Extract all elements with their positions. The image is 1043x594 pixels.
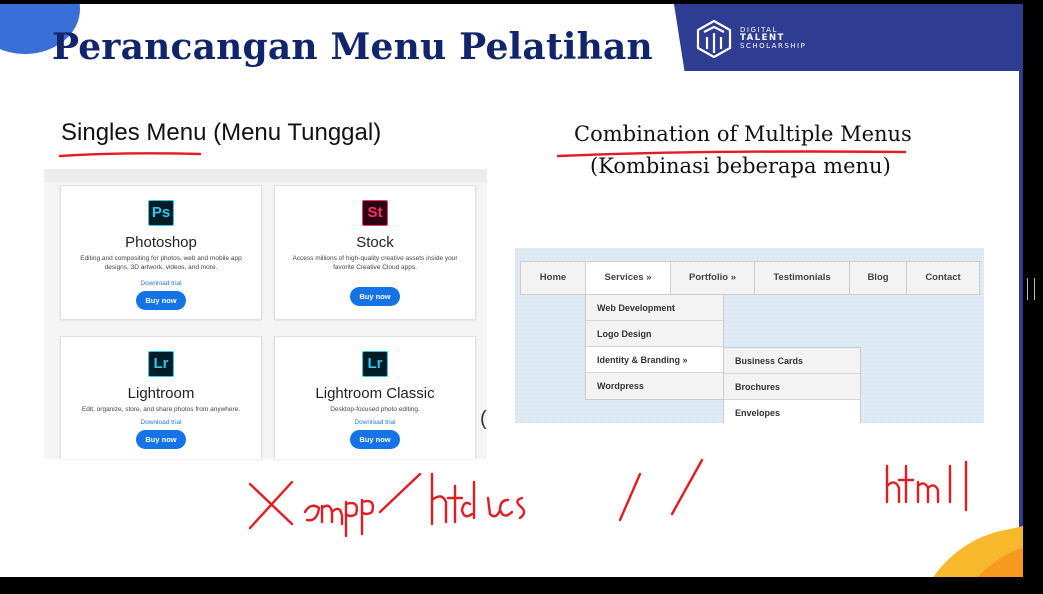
product-description: Editing and compositing for photos, web … bbox=[80, 255, 242, 271]
submenu-logo-design[interactable]: Logo Design bbox=[586, 321, 723, 347]
product-description: Edit, organize, store, and share photos … bbox=[81, 406, 241, 413]
handwriting-html bbox=[885, 460, 968, 512]
photoshop-icon: Ps bbox=[148, 200, 174, 226]
branding-submenu: Business Cards Brochures Envelopes bbox=[723, 347, 861, 423]
single-menu-heading: Singles Menu (Menu Tunggal) bbox=[61, 119, 382, 146]
product-name: Lightroom Classic bbox=[315, 385, 435, 402]
product-card-lightroom-classic: Lr Lightroom Classic Desktop-focused pho… bbox=[274, 336, 476, 459]
multi-level-menu-demo: Home Services » Portfolio » Testimonials… bbox=[515, 248, 984, 423]
download-trial-link[interactable]: Download trial bbox=[61, 280, 261, 287]
product-description: Access millions of high-quality creative… bbox=[292, 255, 458, 271]
digital-talent-logo-icon bbox=[696, 19, 732, 59]
services-submenu: Web Development Logo Design Identity & B… bbox=[585, 294, 724, 400]
handwriting-slash bbox=[670, 458, 704, 516]
nav-blog[interactable]: Blog bbox=[850, 262, 907, 294]
nav-home[interactable]: Home bbox=[521, 262, 586, 294]
scrollbar-handle[interactable] bbox=[1027, 278, 1035, 300]
product-name: Stock bbox=[356, 234, 394, 251]
product-card-photoshop: Ps Photoshop Editing and compositing for… bbox=[60, 185, 262, 320]
submenu-web-development[interactable]: Web Development bbox=[586, 295, 723, 321]
download-trial-link[interactable]: Download trial bbox=[275, 419, 475, 426]
slide-title: Perancangan Menu Pelatihan bbox=[52, 26, 653, 68]
underline-single-menu bbox=[58, 152, 202, 158]
brand-edge-strip bbox=[1019, 4, 1023, 577]
multi-menu-heading: Combination of Multiple Menus bbox=[574, 122, 912, 146]
handwriting-xampp-htdocs bbox=[248, 472, 642, 538]
nav-portfolio[interactable]: Portfolio » bbox=[671, 262, 755, 294]
nav-contact[interactable]: Contact bbox=[907, 262, 979, 294]
stray-parenthesis: ( bbox=[480, 408, 487, 430]
nav-services[interactable]: Services » bbox=[586, 262, 671, 294]
multi-menu-subheading: (Kombinasi beberapa menu) bbox=[590, 154, 891, 178]
decorative-corner-bottom-right bbox=[933, 525, 1023, 577]
submenu-business-cards[interactable]: Business Cards bbox=[724, 348, 860, 374]
product-name: Lightroom bbox=[127, 385, 195, 402]
buy-now-button[interactable]: Buy now bbox=[350, 287, 400, 306]
brand-name: DIGITAL TALENT SCHOLARSHIP bbox=[740, 26, 807, 50]
buy-now-button[interactable]: Buy now bbox=[350, 430, 400, 449]
buy-now-button[interactable]: Buy now bbox=[136, 291, 186, 310]
product-card-lightroom: Lr Lightroom Edit, organize, store, and … bbox=[60, 336, 262, 459]
buy-now-button[interactable]: Buy now bbox=[136, 430, 186, 449]
product-cards-topbar bbox=[44, 169, 487, 182]
submenu-identity-branding[interactable]: Identity & Branding » bbox=[586, 347, 723, 373]
lightroom-icon: Lr bbox=[148, 351, 174, 377]
lightroom-classic-icon: Lr bbox=[362, 351, 388, 377]
product-description: Desktop-focused photo editing. bbox=[330, 406, 420, 413]
nav-testimonials[interactable]: Testimonials bbox=[755, 262, 850, 294]
stock-icon: St bbox=[362, 200, 388, 226]
download-trial-link[interactable]: Download trial bbox=[61, 419, 261, 426]
submenu-wordpress[interactable]: Wordpress bbox=[586, 373, 723, 399]
slide: Perancangan Menu Pelatihan DIGITAL TALEN… bbox=[0, 4, 1023, 577]
product-name: Photoshop bbox=[125, 234, 197, 251]
main-nav-bar: Home Services » Portfolio » Testimonials… bbox=[520, 261, 980, 295]
submenu-brochures[interactable]: Brochures bbox=[724, 374, 860, 400]
product-card-stock: St Stock Access millions of high-quality… bbox=[274, 185, 476, 320]
submenu-envelopes[interactable]: Envelopes bbox=[724, 400, 860, 423]
